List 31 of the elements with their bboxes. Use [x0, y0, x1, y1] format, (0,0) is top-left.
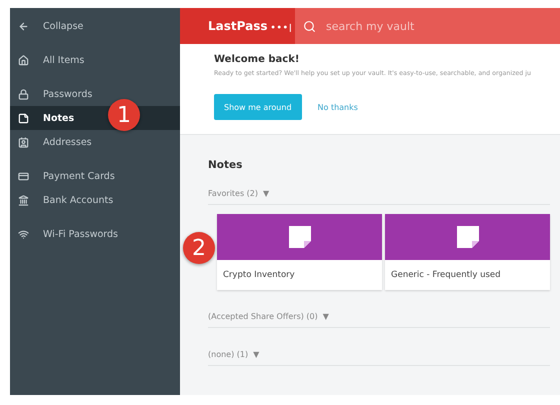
welcome-title: Welcome back!	[214, 54, 300, 65]
note-icon	[288, 225, 312, 249]
logo: LastPass •••|	[207, 19, 294, 33]
contact-card-icon	[18, 136, 29, 148]
note-icon	[18, 112, 29, 124]
search-icon	[303, 20, 316, 32]
note-card[interactable]: Crypto Inventory	[217, 214, 382, 290]
group-header[interactable]: Favorites (2) ▼	[208, 189, 550, 205]
home-icon	[18, 54, 29, 66]
search-bar[interactable]: search my vault	[295, 8, 560, 44]
wifi-icon	[18, 228, 29, 240]
sidebar-item[interactable]: Payment Cards	[10, 166, 119, 186]
sidebar-item[interactable]: Bank Accounts	[10, 190, 118, 210]
group-header[interactable]: (Accepted Share Offers) (0) ▼	[208, 312, 550, 328]
search-field[interactable]: search my vault	[324, 18, 560, 34]
sidebar-item[interactable]: Wi-Fi Passwords	[10, 224, 122, 244]
group-header[interactable]: (none) (1) ▼	[208, 350, 550, 366]
credit-card-icon	[18, 170, 29, 182]
sidebar-item[interactable]: Notes	[10, 108, 78, 128]
sidebar-item[interactable]: Addresses	[10, 132, 96, 152]
note-icon	[456, 225, 480, 249]
arrow-left-icon	[18, 20, 29, 32]
sidebar-item[interactable]: Passwords	[10, 84, 96, 104]
sidebar-item[interactable]: Collapse	[10, 16, 88, 36]
note-name: Generic - Frequently used	[390, 269, 502, 282]
note-card[interactable]: Generic - Frequently used	[385, 214, 550, 290]
lock-icon	[18, 88, 29, 100]
sidebar-item[interactable]: All Items	[10, 50, 88, 70]
section-title: Notes	[208, 159, 244, 171]
bank-icon	[18, 194, 29, 206]
note-name: Crypto Inventory	[222, 269, 296, 282]
